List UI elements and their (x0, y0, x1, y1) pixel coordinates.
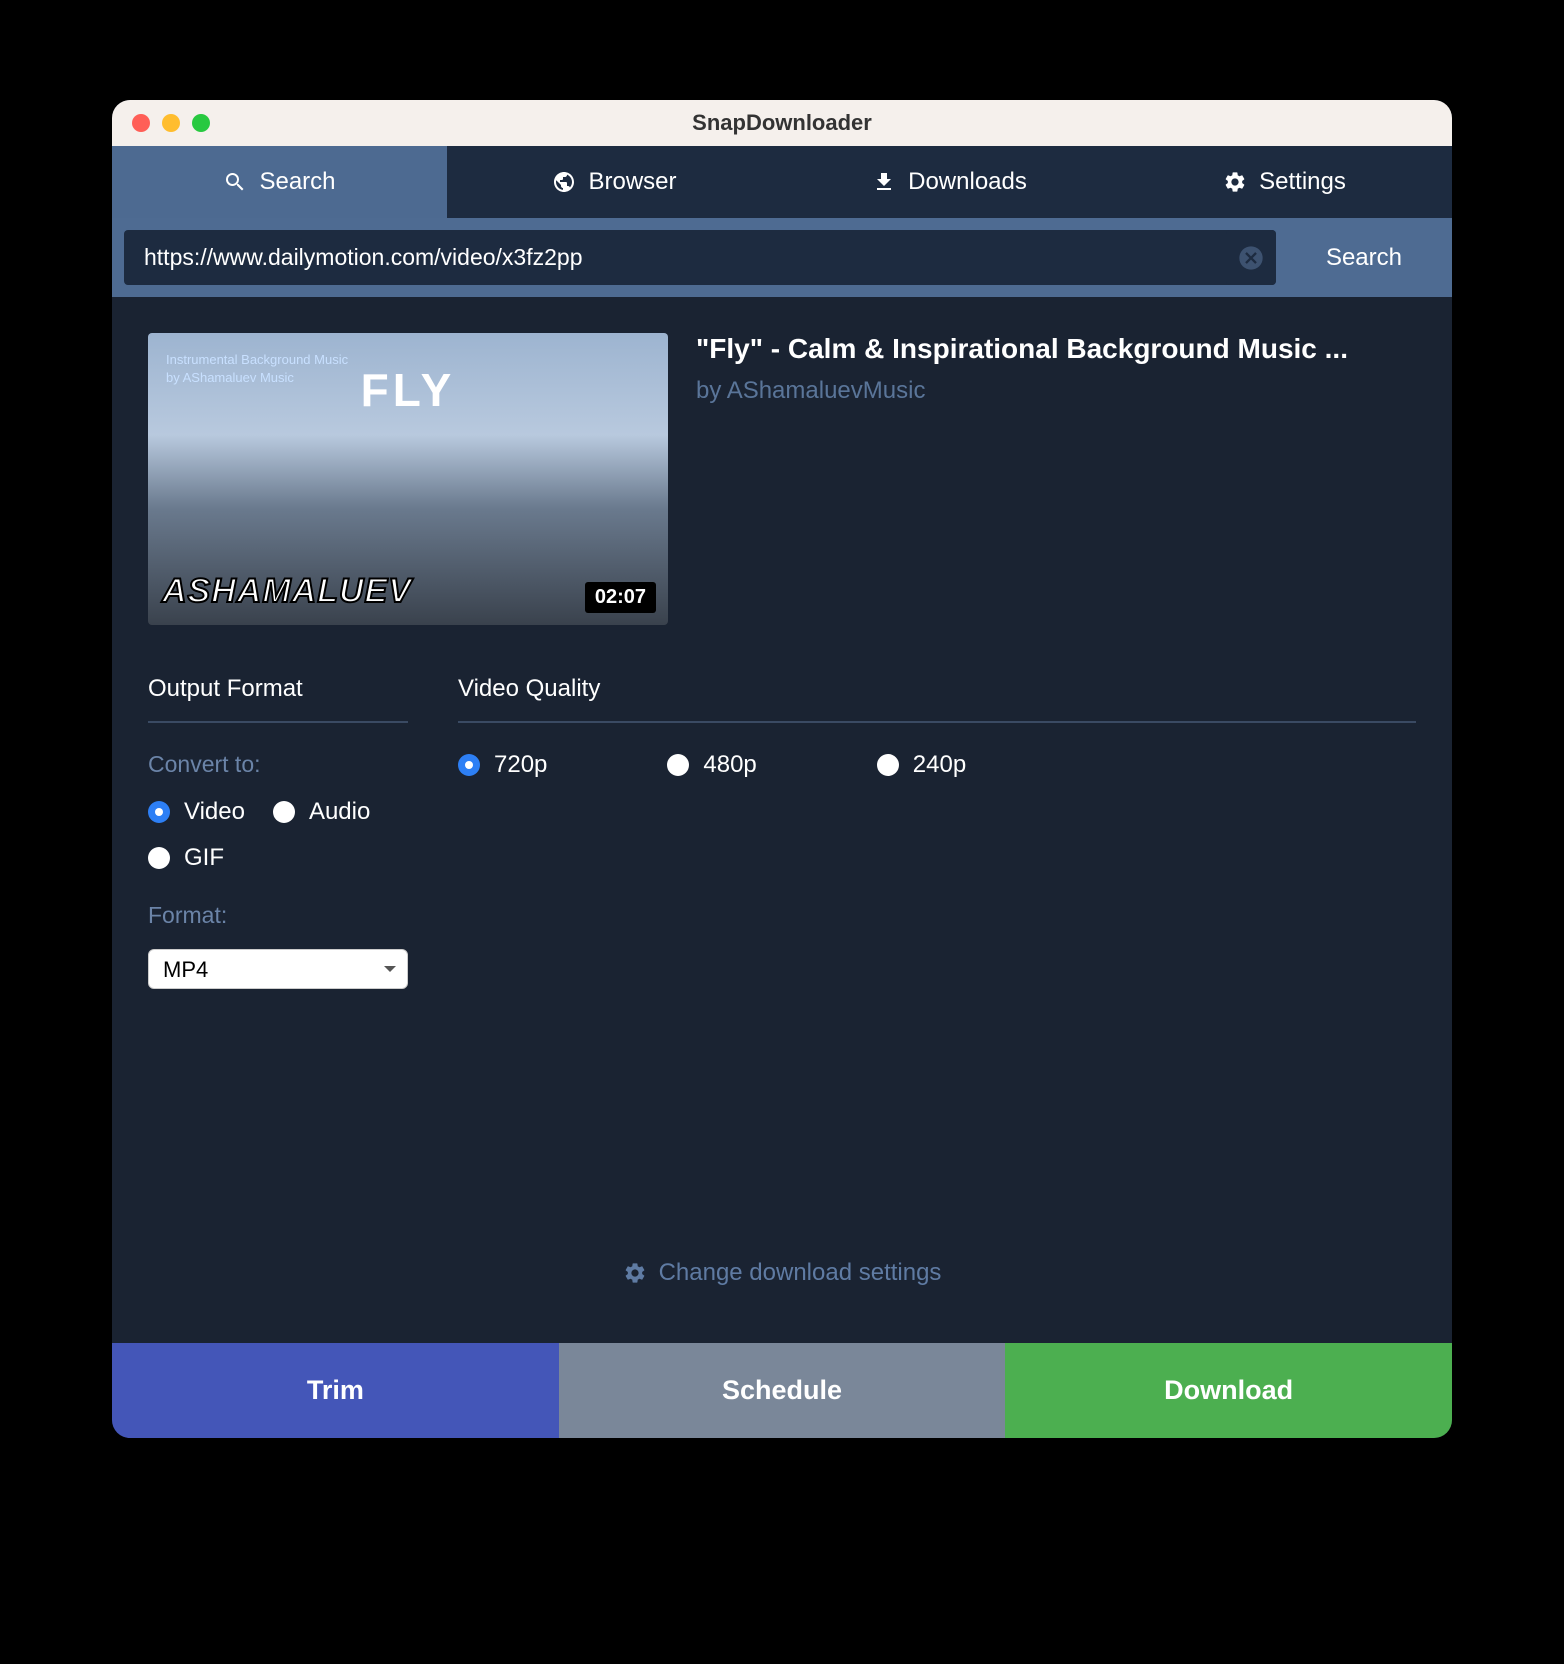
tab-downloads[interactable]: Downloads (782, 146, 1117, 218)
video-title: "Fly" - Calm & Inspirational Background … (696, 333, 1416, 365)
action-bar: Trim Schedule Download (112, 1343, 1452, 1438)
tab-label: Search (259, 168, 335, 196)
video-meta: "Fly" - Calm & Inspirational Background … (696, 333, 1416, 625)
convert-to-label: Convert to: (148, 751, 408, 778)
tab-label: Settings (1259, 168, 1346, 196)
format-select-wrap: MP4 (148, 949, 408, 989)
globe-icon (552, 170, 576, 194)
radio-video[interactable]: Video (148, 798, 245, 826)
download-icon (872, 170, 896, 194)
output-format-section: Output Format Convert to: Video Audio GI… (148, 675, 408, 989)
radio-indicator (458, 754, 480, 776)
radio-label: 720p (494, 751, 547, 779)
titlebar: SnapDownloader (112, 100, 1452, 146)
radio-240p[interactable]: 240p (877, 751, 966, 779)
change-settings-label: Change download settings (659, 1259, 942, 1287)
radio-480p[interactable]: 480p (667, 751, 756, 779)
video-quality-section: Video Quality 720p 480p 240p (458, 675, 1416, 989)
video-quality-header: Video Quality (458, 675, 1416, 723)
app-window: SnapDownloader Search Browser Downloads … (112, 100, 1452, 1438)
thumb-caption-line: by AShamaluev Music (166, 369, 348, 387)
video-author: by AShamaluevMusic (696, 377, 1416, 405)
convert-options: Video Audio GIF (148, 798, 408, 872)
radio-indicator (667, 754, 689, 776)
clear-input-button[interactable] (1226, 230, 1276, 285)
window-title: SnapDownloader (692, 110, 872, 136)
radio-label: GIF (184, 844, 224, 872)
content-area: Instrumental Background Music by AShamal… (112, 297, 1452, 1343)
radio-label: Video (184, 798, 245, 826)
maximize-window-button[interactable] (192, 114, 210, 132)
tab-browser[interactable]: Browser (447, 146, 782, 218)
trim-button[interactable]: Trim (112, 1343, 559, 1438)
video-thumbnail: Instrumental Background Music by AShamal… (148, 333, 668, 625)
radio-indicator (273, 801, 295, 823)
tab-label: Browser (588, 168, 676, 196)
output-format-header: Output Format (148, 675, 408, 723)
change-download-settings-link[interactable]: Change download settings (148, 1229, 1416, 1307)
radio-audio[interactable]: Audio (273, 798, 370, 826)
radio-720p[interactable]: 720p (458, 751, 547, 779)
close-circle-icon (1237, 244, 1265, 272)
url-input[interactable] (124, 230, 1276, 285)
radio-label: 480p (703, 751, 756, 779)
tab-settings[interactable]: Settings (1117, 146, 1452, 218)
thumbnail-caption: Instrumental Background Music by AShamal… (166, 351, 348, 387)
tab-search[interactable]: Search (112, 146, 447, 218)
quality-options: 720p 480p 240p (458, 751, 1416, 779)
traffic-lights (112, 114, 210, 132)
thumb-caption-line: Instrumental Background Music (166, 351, 348, 369)
gear-icon (623, 1261, 647, 1285)
radio-label: Audio (309, 798, 370, 826)
download-button[interactable]: Download (1005, 1343, 1452, 1438)
duration-badge: 02:07 (585, 582, 656, 613)
gear-icon (1223, 170, 1247, 194)
close-window-button[interactable] (132, 114, 150, 132)
search-bar: Search (112, 218, 1452, 297)
format-label: Format: (148, 902, 408, 929)
radio-label: 240p (913, 751, 966, 779)
minimize-window-button[interactable] (162, 114, 180, 132)
radio-indicator (877, 754, 899, 776)
search-button[interactable]: Search (1288, 230, 1440, 285)
thumbnail-badge: ASHAMALUEV (162, 572, 412, 611)
format-select[interactable]: MP4 (148, 949, 408, 989)
search-icon (223, 170, 247, 194)
options-row: Output Format Convert to: Video Audio GI… (148, 675, 1416, 989)
radio-indicator (148, 847, 170, 869)
radio-gif[interactable]: GIF (148, 844, 224, 872)
schedule-button[interactable]: Schedule (559, 1343, 1006, 1438)
radio-indicator (148, 801, 170, 823)
main-tabs: Search Browser Downloads Settings (112, 146, 1452, 218)
tab-label: Downloads (908, 168, 1027, 196)
video-info: Instrumental Background Music by AShamal… (148, 333, 1416, 625)
thumbnail-title: FLY (361, 363, 456, 417)
